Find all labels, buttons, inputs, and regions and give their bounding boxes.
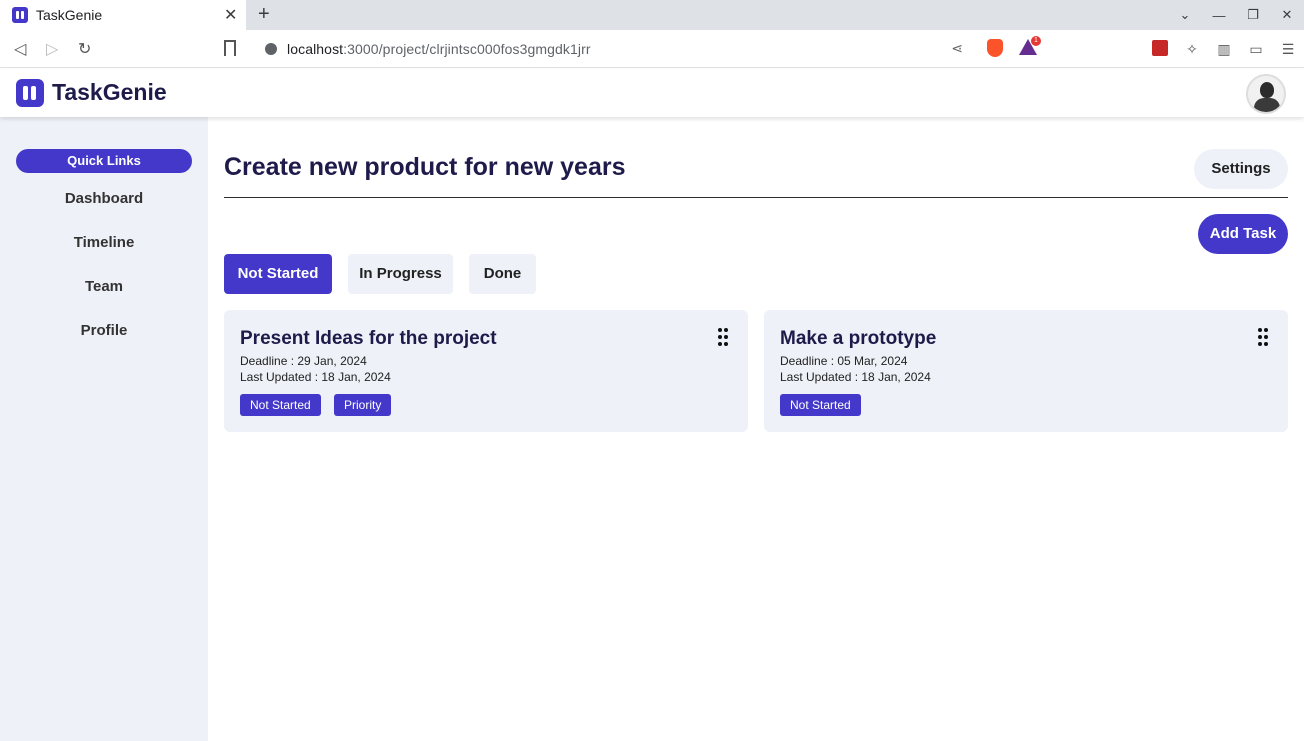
taskgenie-favicon-icon xyxy=(12,7,28,23)
sidebar-item-profile[interactable]: Profile xyxy=(0,322,208,339)
tab-done[interactable]: Done xyxy=(469,254,536,294)
browser-toolbar: ◁ ▷ ↻ localhost:3000/project/clrjintsc00… xyxy=(0,30,1304,68)
task-last-updated: Last Updated : 18 Jan, 2024 xyxy=(780,370,931,384)
sidebar: Quick Links Dashboard Timeline Team Prof… xyxy=(0,117,208,741)
tab-list-chevron-icon[interactable]: ⌄ xyxy=(1168,7,1202,23)
task-deadline: Deadline : 05 Mar, 2024 xyxy=(780,354,908,368)
browser-tab-bar: TaskGenie ✕ + ⌄ — ❐ ✕ xyxy=(0,0,1304,30)
url-text[interactable]: localhost:3000/project/clrjintsc000fos3g… xyxy=(287,41,591,57)
avatar-head xyxy=(1260,82,1274,98)
url-path: :3000/project/clrjintsc000fos3gmgdk1jrr xyxy=(343,41,591,57)
window-controls: ⌄ — ❐ ✕ xyxy=(1168,0,1304,30)
sidebar-item-team[interactable]: Team xyxy=(0,278,208,295)
task-deadline: Deadline : 29 Jan, 2024 xyxy=(240,354,367,368)
close-tab-icon[interactable]: ✕ xyxy=(224,5,237,25)
status-badge: Not Started xyxy=(780,394,861,416)
share-icon[interactable]: ⋖ xyxy=(951,40,963,57)
wallet-icon[interactable]: ▭ xyxy=(1240,41,1272,58)
sidebar-toggle-icon[interactable]: ▥ xyxy=(1208,41,1240,58)
status-badge: Not Started xyxy=(240,394,321,416)
close-window-icon[interactable]: ✕ xyxy=(1270,7,1304,23)
rewards-badge: 1 xyxy=(1031,36,1041,46)
priority-badge: Priority xyxy=(334,394,392,416)
drag-handle-icon[interactable] xyxy=(718,328,728,346)
forward-icon[interactable]: ▷ xyxy=(46,39,58,59)
bookmark-icon[interactable] xyxy=(224,40,236,56)
settings-button[interactable]: Settings xyxy=(1194,149,1288,189)
menu-icon[interactable]: ☰ xyxy=(1272,41,1304,58)
minimize-icon[interactable]: — xyxy=(1202,8,1236,23)
page-title: Create new product for new years xyxy=(224,153,626,181)
brave-shields-icon[interactable] xyxy=(987,39,1003,57)
task-title[interactable]: Make a prototype xyxy=(780,328,936,350)
address-bar[interactable]: localhost:3000/project/clrjintsc000fos3g… xyxy=(253,35,1045,63)
task-card[interactable]: Make a prototype Deadline : 05 Mar, 2024… xyxy=(764,310,1288,432)
task-last-updated: Last Updated : 18 Jan, 2024 xyxy=(240,370,391,384)
extensions-area: ✧ ▥ ▭ ☰ xyxy=(1144,30,1304,68)
extension-icon[interactable] xyxy=(1144,39,1176,59)
sidebar-item-timeline[interactable]: Timeline xyxy=(0,234,208,251)
quick-links-header: Quick Links xyxy=(16,149,192,173)
browser-tab[interactable]: TaskGenie ✕ xyxy=(0,0,246,30)
taskgenie-logo-icon[interactable] xyxy=(16,79,44,107)
divider xyxy=(224,197,1288,198)
puzzle-extensions-icon[interactable]: ✧ xyxy=(1176,41,1208,58)
add-task-button[interactable]: Add Task xyxy=(1198,214,1288,254)
task-card[interactable]: Present Ideas for the project Deadline :… xyxy=(224,310,748,432)
app-header: TaskGenie xyxy=(0,69,1304,117)
restore-icon[interactable]: ❐ xyxy=(1236,7,1270,23)
task-title[interactable]: Present Ideas for the project xyxy=(240,328,497,350)
logo-text[interactable]: TaskGenie xyxy=(52,79,167,106)
new-tab-icon[interactable]: + xyxy=(258,3,270,26)
sidebar-item-dashboard[interactable]: Dashboard xyxy=(0,190,208,207)
reload-icon[interactable]: ↻ xyxy=(78,39,91,59)
avatar[interactable] xyxy=(1246,74,1286,114)
back-icon[interactable]: ◁ xyxy=(14,39,26,59)
tab-not-started[interactable]: Not Started xyxy=(224,254,332,294)
avatar-body xyxy=(1254,98,1280,112)
tab-in-progress[interactable]: In Progress xyxy=(348,254,453,294)
url-host: localhost xyxy=(287,41,344,57)
tab-title: TaskGenie xyxy=(36,7,103,23)
site-info-icon[interactable] xyxy=(265,43,277,55)
drag-handle-icon[interactable] xyxy=(1258,328,1268,346)
